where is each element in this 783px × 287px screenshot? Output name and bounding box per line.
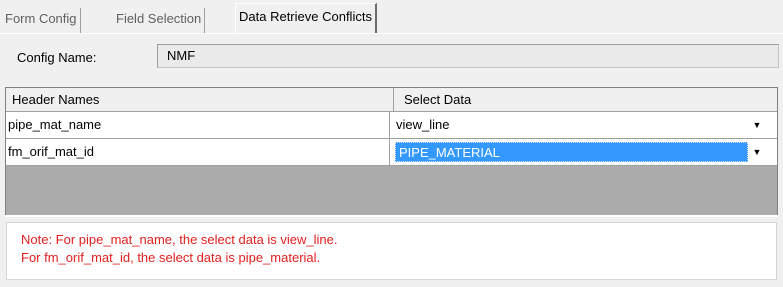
chevron-down-icon[interactable]: ▼ (747, 112, 767, 138)
chevron-down-icon[interactable]: ▼ (747, 139, 767, 165)
conflicts-grid: Header Names Select Data pipe_mat_name v… (5, 87, 778, 215)
note-line: Note: For pipe_mat_name, the select data… (21, 232, 338, 247)
tab-strip: Form Config Field Selection Data Retriev… (0, 0, 783, 34)
tab-divider (0, 33, 783, 34)
table-row[interactable]: pipe_mat_name view_line ▼ (6, 112, 777, 139)
select-data-dropdown[interactable]: PIPE_MATERIAL ▼ (389, 139, 773, 165)
note-line: For fm_orif_mat_id, the select data is p… (21, 250, 321, 265)
tab-label: Data Retrieve Conflicts (239, 9, 372, 24)
config-name-label: Config Name: (17, 50, 97, 65)
tab-form-config[interactable]: Form Config (2, 8, 81, 34)
grid-header: Header Names Select Data (6, 88, 777, 112)
config-name-row: Config Name: NMF (0, 42, 783, 72)
grid-divider (5, 215, 778, 217)
config-name-field[interactable]: NMF (157, 44, 779, 68)
select-data-value: PIPE_MATERIAL (395, 142, 748, 162)
tab-data-retrieve-conflicts[interactable]: Data Retrieve Conflicts (235, 3, 377, 34)
column-header-select-data[interactable]: Select Data (394, 88, 777, 111)
note-panel: Note: For pipe_mat_name, the select data… (6, 222, 777, 280)
header-name-cell[interactable]: fm_orif_mat_id (6, 139, 388, 165)
select-data-dropdown[interactable]: view_line ▼ (389, 112, 773, 138)
header-name-cell[interactable]: pipe_mat_name (6, 112, 388, 138)
table-row[interactable]: fm_orif_mat_id PIPE_MATERIAL ▼ (6, 139, 777, 166)
tab-field-selection[interactable]: Field Selection (113, 8, 206, 34)
column-header-header-names[interactable]: Header Names (6, 88, 394, 111)
tab-label: Field Selection (116, 11, 202, 26)
select-data-value: view_line (396, 117, 450, 132)
tab-label: Form Config (5, 11, 77, 26)
